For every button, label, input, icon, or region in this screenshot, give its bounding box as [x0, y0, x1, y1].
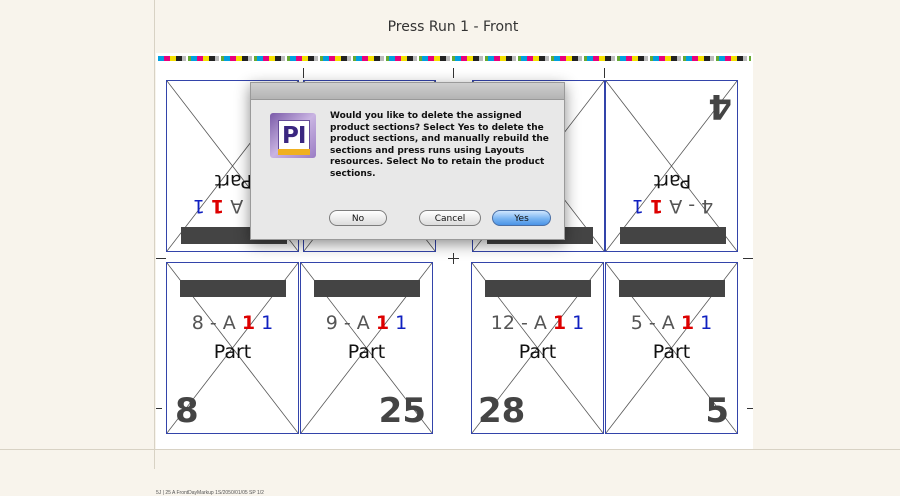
- page-panel-5[interactable]: 5 - A 1 1 Part 5: [605, 262, 738, 434]
- page-label: 9 - A 1 1: [325, 312, 408, 334]
- part-label: Part: [347, 341, 386, 363]
- page-number: 5: [705, 391, 729, 431]
- page-panel-12[interactable]: 12 - A 1 1 Part 28: [471, 262, 604, 434]
- part-label: Part: [213, 341, 252, 363]
- header-bar: [180, 280, 286, 297]
- page-number: 8: [175, 391, 199, 431]
- pi-app-icon: PI: [270, 113, 316, 158]
- page-label: 4 - A 1 1: [631, 195, 714, 217]
- page-title: Press Run 1 - Front: [387, 19, 519, 35]
- header-bar: [314, 280, 420, 297]
- header-bar: [620, 227, 726, 244]
- registration-mark: [453, 253, 454, 264]
- part-label: Part: [518, 341, 557, 363]
- cancel-button[interactable]: Cancel: [419, 210, 481, 226]
- header-bar: [619, 280, 725, 297]
- yes-button[interactable]: Yes: [492, 210, 551, 226]
- page-number: 4: [708, 86, 732, 126]
- page-label: 5 - A 1 1: [630, 312, 713, 334]
- crop-mark: [743, 258, 753, 259]
- part-label: Part: [652, 341, 691, 363]
- page-number: 25: [378, 391, 426, 431]
- part-label: Part: [653, 170, 692, 192]
- page-label: 12 - A 1 1: [490, 312, 585, 334]
- slug-line: 5J | 25 A FrontDayMarkup 1S/2050/01/05 S…: [156, 490, 264, 496]
- page-number: 28: [478, 391, 526, 431]
- crop-mark: [303, 68, 304, 78]
- dialog-message: Would you like to delete the assigned pr…: [330, 111, 549, 179]
- page-panel-9[interactable]: 9 - A 1 1 Part 25: [300, 262, 433, 434]
- left-guide-line: [154, 0, 155, 469]
- crop-mark: [156, 408, 162, 409]
- dialog-title-bar: [251, 83, 564, 100]
- crop-mark: [156, 258, 166, 259]
- crop-mark: [453, 68, 454, 78]
- page-label: 8 - A 1 1: [191, 312, 274, 334]
- no-button[interactable]: No: [329, 210, 387, 226]
- page-panel-4[interactable]: 4 - A 1 1 Part 4: [605, 80, 738, 252]
- crop-mark: [747, 408, 753, 409]
- page-panel-8[interactable]: 8 - A 1 1 Part 8: [166, 262, 299, 434]
- delete-sections-dialog: PI Would you like to delete the assigned…: [250, 82, 565, 240]
- header-bar: [485, 280, 591, 297]
- bottom-guide-line: [0, 449, 900, 450]
- color-bar: [158, 56, 751, 61]
- crop-mark: [604, 68, 605, 78]
